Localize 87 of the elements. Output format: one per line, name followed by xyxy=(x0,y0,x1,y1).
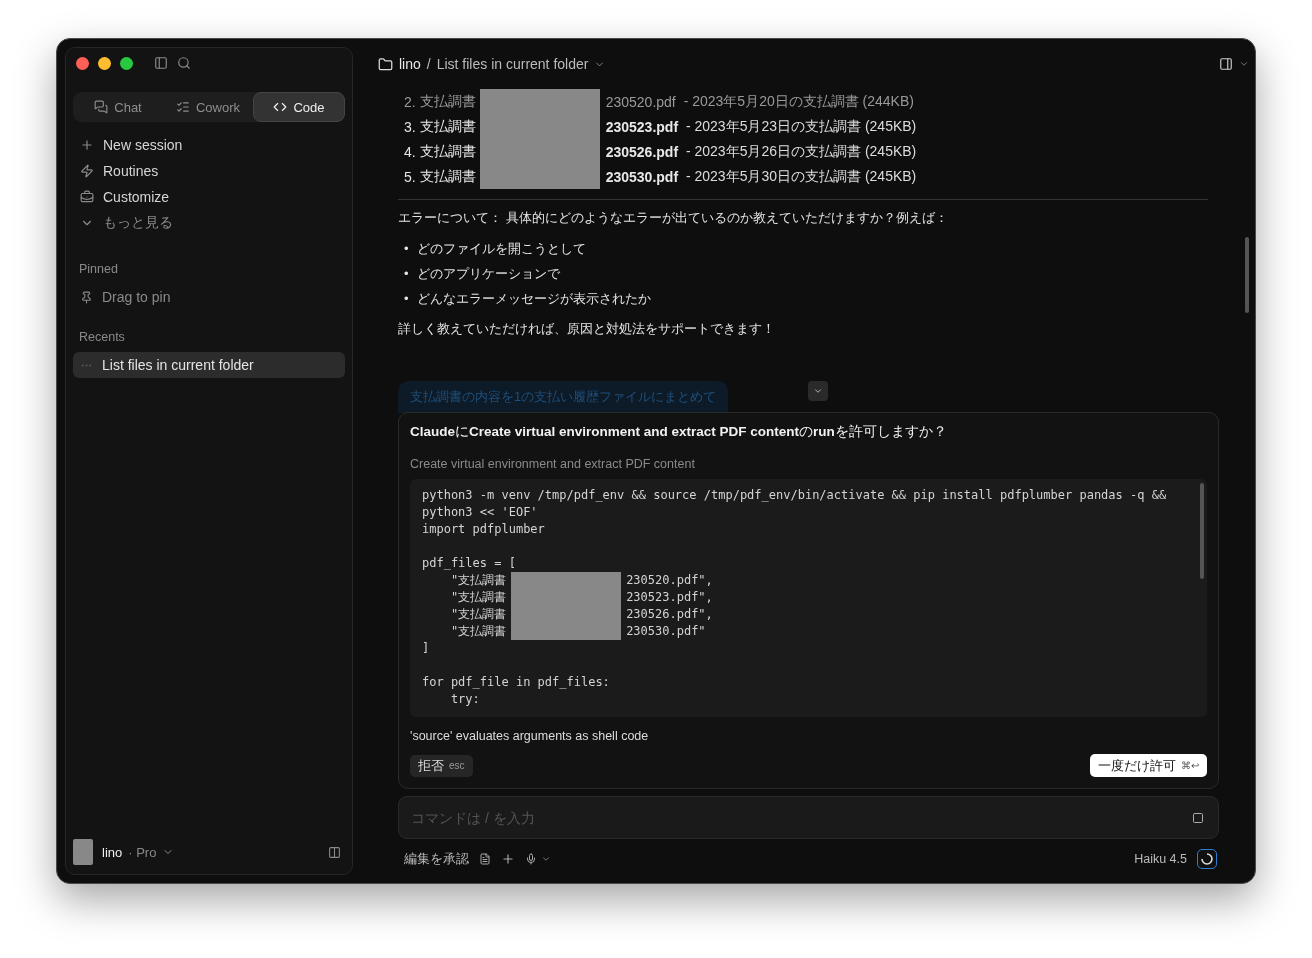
mode-tab[interactable]: Cowork xyxy=(163,92,253,122)
lightning-icon xyxy=(80,164,94,178)
file-prefix: 支払調書 xyxy=(419,117,476,136)
nav-item[interactable]: New session xyxy=(73,132,345,158)
list-number: 5. xyxy=(404,168,416,185)
code-line: pdf_files = [ xyxy=(422,555,516,572)
nav-item[interactable]: もっと見る xyxy=(73,210,345,236)
chat-bubbles-icon xyxy=(94,100,109,114)
briefcase-icon xyxy=(80,190,94,204)
maximize-button[interactable] xyxy=(120,56,133,70)
model-selector[interactable]: Haiku 4.5 xyxy=(1134,852,1187,866)
bullet-item: どのアプリケーションで xyxy=(416,264,560,283)
code-line: python3 -m venv /tmp/pdf_env && source /tmp/pdf_env/bin/activate && pip install pdfplumber pandas -q && xyxy=(422,487,1167,504)
account-name: lino xyxy=(102,844,123,860)
code-line: 230523.pdf", xyxy=(626,589,713,606)
code-line: ] xyxy=(422,640,430,657)
file-prefix: 支払調書 xyxy=(419,92,476,111)
file-detail: - 2023年5月20日の支払調書 (244KB) xyxy=(682,92,914,111)
recent-session[interactable]: List files in current folder xyxy=(73,352,345,378)
permission-title: ClaudeにCreate virtual environment and extract PDF contentのrunを許可しますか？ xyxy=(410,423,948,441)
code-line: for pdf_file in pdf_files: xyxy=(422,674,610,691)
code-line: "支払調書 xyxy=(449,572,507,589)
sidebar-toggle-icon[interactable] xyxy=(154,56,168,70)
file-detail: - 2023年5月23日の支払調書 (245KB) xyxy=(684,117,917,136)
microphone-icon[interactable] xyxy=(525,853,537,865)
section-heading: Recents xyxy=(78,330,126,344)
file-prefix: 支払調書 xyxy=(419,167,476,186)
stop-icon[interactable] xyxy=(1192,811,1204,824)
list-number: 4. xyxy=(404,143,416,160)
message-text: エラーについて： 具体的にどのようなエラーが出ているのか教えていただけますか？例えば： xyxy=(398,209,949,227)
collapse-button[interactable] xyxy=(808,381,829,401)
bullet-marker: • xyxy=(404,289,409,308)
code-line: 230526.pdf", xyxy=(626,606,713,623)
minimize-button[interactable] xyxy=(98,56,111,70)
file-name: 230530.pdf xyxy=(605,168,679,185)
command-description: Create virtual environment and extract PDF content xyxy=(410,457,696,471)
bullet-item: どのファイルを開こうとして xyxy=(416,239,586,258)
code-line: python3 << 'EOF' xyxy=(422,504,538,521)
code-line: import pdfplumber xyxy=(422,521,545,538)
plus-icon xyxy=(80,138,94,152)
code-line: 230520.pdf", xyxy=(626,572,713,589)
close-button[interactable] xyxy=(76,56,89,70)
progress-button[interactable] xyxy=(1197,849,1217,869)
panel-toggle-icon[interactable] xyxy=(1219,57,1233,71)
section-heading: Pinned xyxy=(78,262,119,276)
bullet-marker: • xyxy=(404,264,409,283)
scrollbar[interactable] xyxy=(1245,237,1249,313)
code-line: "支払調書 xyxy=(449,589,507,606)
file-name: 230523.pdf xyxy=(605,118,679,135)
bullet-marker: • xyxy=(404,239,409,258)
message-text: 詳しく教えていただければ、原因と対処法をサポートできます！ xyxy=(398,320,776,338)
folder-icon xyxy=(378,56,393,72)
nav-item[interactable]: Routines xyxy=(73,158,345,184)
file-detail: - 2023年5月26日の支払調書 (245KB) xyxy=(684,142,917,161)
mode-tab[interactable]: Chat xyxy=(73,92,163,122)
code-line: 230530.pdf" xyxy=(626,623,706,640)
pin-icon xyxy=(80,290,93,304)
list-number: 3. xyxy=(404,118,416,135)
plan-label: · Pro xyxy=(128,844,157,860)
code-line: "支払調書 xyxy=(449,623,507,640)
file-name: 230520.pdf xyxy=(605,93,676,110)
nav-item[interactable]: Customize xyxy=(73,184,345,210)
chevron-down-icon xyxy=(813,386,824,396)
mode-tab[interactable]: Code xyxy=(253,92,345,122)
deny-button[interactable]: 拒否 esc xyxy=(410,754,473,777)
file-detail: - 2023年5月30日の支払調書 (245KB) xyxy=(684,167,917,186)
code-icon xyxy=(273,100,288,114)
search-icon[interactable] xyxy=(177,56,191,70)
scrollbar[interactable] xyxy=(1200,483,1204,579)
document-icon[interactable] xyxy=(479,853,491,865)
code-line: "支払調書 xyxy=(449,606,507,623)
list-number: 2. xyxy=(404,93,416,110)
allow-once-button[interactable]: 一度だけ許可 ⌘↩ xyxy=(1090,754,1207,777)
bullet-item: どんなエラーメッセージが表示されたか xyxy=(416,289,651,308)
session-title[interactable]: List files in current folder xyxy=(436,56,589,72)
plus-icon[interactable] xyxy=(501,852,515,866)
checklist-icon xyxy=(175,100,190,114)
code-line: try: xyxy=(449,691,480,708)
mode-selector[interactable]: 編集を承認 xyxy=(404,850,469,868)
folder-name[interactable]: lino xyxy=(399,56,421,72)
warning-text: 'source' evaluates arguments as shell code xyxy=(410,729,650,743)
file-name: 230526.pdf xyxy=(605,143,679,160)
chevron-down-icon[interactable] xyxy=(1239,59,1249,69)
path-separator: / xyxy=(426,56,431,72)
file-prefix: 支払調書 xyxy=(419,142,476,161)
pin-hint: Drag to pin xyxy=(73,284,345,310)
chevron-down-icon[interactable] xyxy=(541,854,551,864)
